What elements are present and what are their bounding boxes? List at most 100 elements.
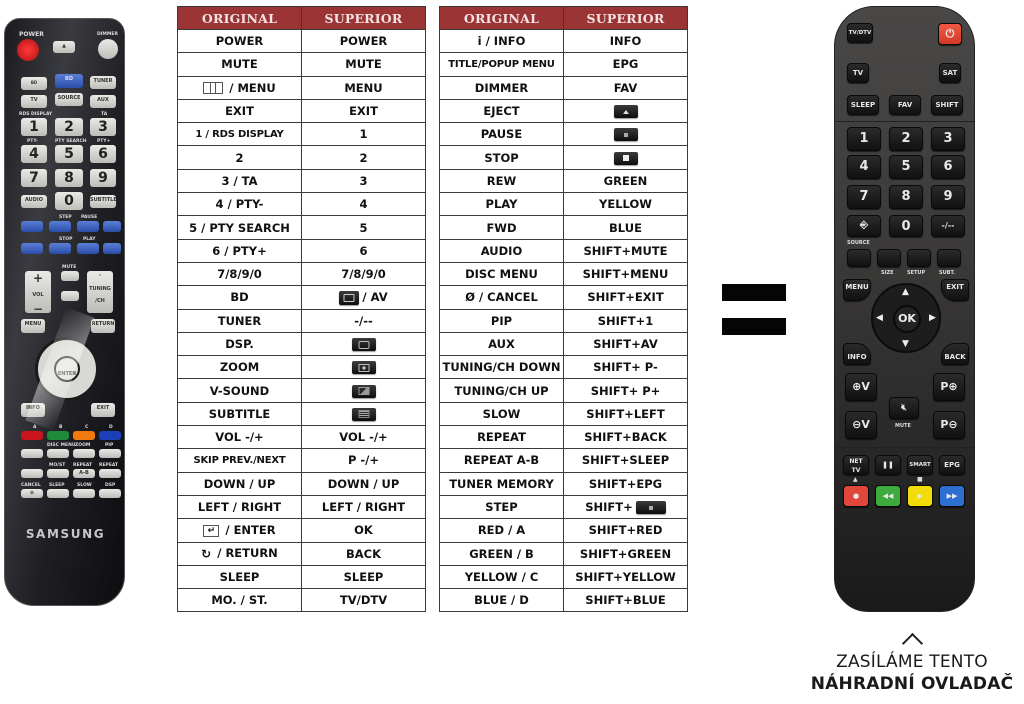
table-row: V-SOUND bbox=[177, 378, 426, 403]
original-label: / ENTER bbox=[225, 523, 276, 538]
table-row: DISC MENU SHIFT+MENU bbox=[439, 261, 688, 287]
original-dimmer-button bbox=[98, 39, 118, 59]
original-title-menu-button bbox=[21, 449, 43, 458]
table-row: YELLOW / C SHIFT+YELLOW bbox=[439, 564, 688, 590]
cell-superior: EXIT bbox=[301, 98, 426, 124]
cell-superior: SHIFT+EPG bbox=[563, 471, 688, 496]
cell-original: TITLE/POPUP MENU bbox=[439, 52, 564, 77]
cell-original: 7/8/9/0 bbox=[177, 261, 302, 287]
rr-subt-button bbox=[937, 249, 961, 267]
table-row: EJECT bbox=[439, 98, 688, 124]
rr-ok-button: OK bbox=[893, 305, 921, 333]
superior-label: 1 bbox=[359, 127, 368, 142]
original-fwd-button bbox=[103, 243, 121, 254]
original-skip-next-button bbox=[103, 221, 121, 232]
rr-digit-8: 8 bbox=[889, 185, 923, 209]
rds-label: RDS DISPLAY bbox=[19, 112, 53, 117]
rr-smart-button: SMART bbox=[907, 455, 933, 475]
pip-label: PIP bbox=[105, 443, 114, 448]
superior-label: -/-- bbox=[354, 313, 373, 328]
cell-superior: SHIFT+MENU bbox=[563, 261, 688, 287]
stop-label: STOP bbox=[59, 237, 73, 242]
superior-label: SHIFT+BLUE bbox=[585, 593, 666, 608]
original-digit-2: 2 bbox=[55, 118, 83, 136]
cell-superior: SHIFT+ bbox=[563, 494, 688, 520]
original-repeat-button: A-B bbox=[73, 469, 95, 478]
cell-original: ↻ / RETURN bbox=[177, 541, 302, 566]
cell-original: PIP bbox=[439, 308, 564, 333]
size-key-icon bbox=[351, 361, 376, 375]
rr-sat-button: SAT bbox=[939, 63, 961, 83]
subtitle-key-icon bbox=[351, 407, 376, 421]
cell-original: AUX bbox=[439, 331, 564, 357]
caption-line-2: NÁHRADNÍ OVLADAČ bbox=[810, 674, 1014, 694]
table-row: SLEEP SLEEP bbox=[177, 564, 426, 590]
original-label: 3 / TA bbox=[221, 173, 258, 188]
original-rew-button bbox=[21, 243, 43, 254]
cell-original: MO. / ST. bbox=[177, 588, 302, 613]
cell-original: 2 bbox=[177, 145, 302, 170]
original-aux-button: AUX bbox=[90, 95, 116, 108]
cell-original: PLAY bbox=[439, 192, 564, 217]
original-digit-1: 1 bbox=[21, 118, 47, 136]
rr-digit-9: 9 bbox=[931, 185, 965, 209]
table-row: AUX SHIFT+AV bbox=[439, 331, 688, 357]
original-menu-button: MENU bbox=[21, 319, 45, 333]
cell-superior: 4 bbox=[301, 192, 426, 217]
cell-superior: SHIFT+YELLOW bbox=[563, 564, 688, 590]
cell-superior: SHIFT+SLEEP bbox=[563, 448, 688, 473]
cell-original: LEFT / RIGHT bbox=[177, 494, 302, 520]
table-row: REW GREEN bbox=[439, 168, 688, 194]
cell-original: 3 / TA bbox=[177, 168, 302, 194]
cell-original: VOL -/+ bbox=[177, 425, 302, 450]
cancel-label: CANCEL bbox=[21, 483, 41, 488]
rr-sleep-button: SLEEP bbox=[847, 95, 879, 115]
original-label: DOWN / UP bbox=[203, 476, 276, 491]
superior-label: SHIFT+ bbox=[585, 500, 633, 515]
cell-superior: GREEN bbox=[563, 168, 688, 194]
b-label: B bbox=[59, 425, 63, 430]
superior-label: 3 bbox=[359, 173, 368, 188]
superior-label: 6 bbox=[359, 243, 368, 258]
ta-label: TA bbox=[101, 112, 108, 117]
dimmer-label: DIMMER bbox=[97, 32, 118, 37]
return-icon: ↻ bbox=[201, 546, 212, 561]
original-label: REW bbox=[486, 173, 517, 188]
superior-label: TV/DTV bbox=[339, 593, 388, 608]
original-label: BD bbox=[230, 290, 249, 305]
down-arrow-icon: ▼ bbox=[902, 339, 909, 349]
superior-label: GREEN bbox=[603, 173, 648, 188]
a-label: A bbox=[33, 425, 37, 430]
original-digit-5: 5 bbox=[55, 145, 83, 163]
original-eject-button: ▲ bbox=[53, 41, 75, 53]
table-row: REPEAT SHIFT+BACK bbox=[439, 425, 688, 450]
cell-superior: MENU bbox=[301, 75, 426, 100]
original-label: SKIP PREV./NEXT bbox=[193, 454, 286, 466]
repeat-label: REPEAT bbox=[73, 463, 93, 468]
original-digit-9: 9 bbox=[90, 169, 116, 187]
cell-superior: SHIFT+AV bbox=[563, 331, 688, 357]
cell-original: TUNING/CH UP bbox=[439, 378, 564, 403]
pause-key-icon bbox=[635, 501, 666, 515]
stop-key-icon bbox=[613, 151, 638, 165]
rr-fav-button: FAV bbox=[889, 95, 921, 115]
rr-size-label: SIZE bbox=[881, 270, 894, 276]
c-label: C bbox=[85, 425, 89, 430]
original-label: TUNING/CH UP bbox=[454, 383, 549, 398]
original-source-button: SOURCE bbox=[55, 93, 83, 106]
table-row: LEFT / RIGHT LEFT / RIGHT bbox=[177, 494, 426, 520]
superior-label: SHIFT+ P+ bbox=[590, 383, 661, 398]
table-row: SUBTITLE bbox=[177, 401, 426, 427]
up-arrow-icon: ▲ bbox=[902, 287, 909, 297]
cell-original: SLEEP bbox=[177, 564, 302, 590]
original-label: EJECT bbox=[483, 104, 520, 119]
cell-original: SKIP PREV./NEXT bbox=[177, 448, 302, 473]
superior-label: 2 bbox=[359, 150, 368, 165]
original-label: 4 / PTY- bbox=[215, 197, 264, 212]
cell-original: Ø / CANCEL bbox=[439, 285, 564, 310]
original-digit-6: 6 bbox=[90, 145, 116, 163]
table-row: MUTE MUTE bbox=[177, 52, 426, 77]
cell-superior bbox=[301, 401, 426, 427]
cell-original: BD bbox=[177, 285, 302, 310]
original-label: 7/8/9/0 bbox=[217, 267, 262, 282]
